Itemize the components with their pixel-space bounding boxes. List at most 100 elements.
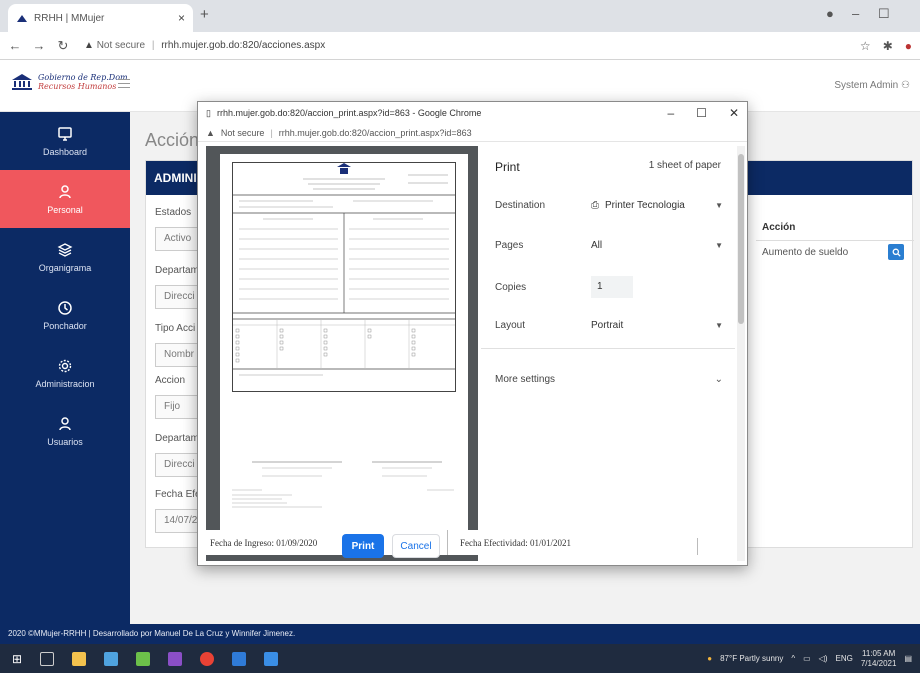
search-icon [892, 248, 901, 257]
popup-url: rrhh.mujer.gob.do:820/accion_print.aspx?… [278, 127, 472, 138]
weather-text[interactable]: 87°F Partly sunny [720, 654, 783, 663]
page-icon: ▯ [206, 107, 211, 118]
form-label: Tipo Acci [155, 323, 196, 334]
browser-tab[interactable]: RRHH | MMujer × [8, 4, 193, 32]
sidebar-item-label: Ponchador [43, 320, 87, 331]
user-icon: ⚇ [901, 80, 910, 91]
sidebar-item-label: Personal [47, 204, 83, 215]
minimize-icon[interactable]: – [852, 6, 859, 21]
app-icon[interactable] [232, 651, 247, 666]
minimize-icon[interactable]: – [667, 106, 674, 120]
close-icon[interactable]: × [178, 11, 185, 25]
avatar[interactable]: ● [905, 39, 912, 53]
taskbar: ⊞ ● 87°F Partly sunny ^ ▭ ◁) ENG 11:05 A… [0, 644, 920, 673]
language-indicator[interactable]: ENG [836, 654, 853, 663]
print-dialog: Fecha de Ingreso: 01/09/2020 Fecha Efect… [198, 142, 747, 565]
sidebar-item-usuarios[interactable]: Usuarios [0, 402, 130, 460]
cancel-button[interactable]: Cancel [392, 534, 440, 558]
gear-icon [58, 359, 72, 372]
warning-icon: ▲ [206, 127, 215, 138]
sidebar-item-ponchador[interactable]: Ponchador [0, 286, 130, 344]
copies-input[interactable]: 1 [591, 276, 633, 298]
chevron-up-icon[interactable]: ^ [791, 654, 795, 663]
layout-label: Layout [495, 320, 526, 331]
maximize-icon[interactable]: ☐ [878, 6, 890, 22]
profile-icon[interactable]: ● [826, 6, 834, 21]
chevron-down-icon: ▼ [715, 201, 723, 210]
taskview-icon[interactable] [40, 651, 55, 666]
more-settings-label: More settings [495, 374, 556, 385]
table-cell: Aumento de sueldo [762, 247, 849, 258]
layout-value: Portrait [591, 320, 624, 331]
forward-icon[interactable]: → [32, 38, 46, 53]
popup-address-bar[interactable]: ▲ Not secure | rrhh.mujer.gob.do:820/acc… [198, 124, 747, 142]
windows-icon[interactable]: ⊞ [12, 652, 22, 666]
sidebar-item-label: Dashboard [42, 146, 88, 157]
star-icon[interactable]: ☆ [860, 39, 871, 53]
chevron-down-icon: ▼ [715, 241, 723, 250]
user-icon [59, 184, 71, 198]
sidebar-item-personal[interactable]: Personal [0, 170, 130, 228]
sidebar-item-label: Administracion [35, 378, 95, 389]
app-icon[interactable] [264, 651, 279, 666]
copies-label: Copies [495, 281, 527, 293]
warning-icon: ▲ [84, 40, 94, 51]
user-menu[interactable]: System Admin ⚇ [834, 80, 910, 91]
popup-title: rrhh.mujer.gob.do:820/accion_print.aspx?… [216, 108, 482, 118]
not-secure-label: Not secure [220, 127, 265, 138]
page-title: Acción [145, 130, 200, 150]
scrollbar-thumb[interactable] [738, 154, 744, 324]
sidebar-item-organigrama[interactable]: Organigrama [0, 228, 130, 286]
building-icon [10, 72, 34, 92]
destination-value: Printer Tecnologia [605, 200, 685, 211]
sidebar-item-dashboard[interactable]: Dashboard [0, 112, 130, 170]
app-icon[interactable] [104, 651, 119, 666]
network-icon[interactable]: ▭ [803, 654, 811, 663]
weather-icon: ● [707, 654, 713, 663]
menu-icon[interactable] [118, 79, 130, 91]
document-lines [233, 163, 455, 376]
destination-label: Destination [495, 200, 546, 211]
extensions-icon[interactable]: ✱ [883, 39, 893, 53]
more-settings-toggle[interactable]: More settings ⌄ [495, 374, 723, 385]
document-form [232, 162, 456, 392]
destination-select[interactable]: ⎙ Printer Tecnologia ▼ [591, 200, 723, 211]
divider [481, 348, 735, 349]
system-tray: ● 87°F Partly sunny ^ ▭ ◁) ENG 11:05 AM … [707, 644, 912, 673]
explorer-icon[interactable] [72, 651, 87, 666]
reload-icon[interactable]: ↻ [56, 38, 70, 54]
sidebar-item-administracion[interactable]: Administracion [0, 344, 130, 402]
scrollbar[interactable] [737, 146, 745, 561]
app-logo[interactable]: Gobierno de Rep.Dom. Recursos Humanos [10, 72, 130, 92]
notification-icon[interactable]: ▤ [904, 654, 912, 663]
back-icon[interactable]: ← [8, 38, 22, 53]
browser-tabbar: RRHH | MMujer × + ● – ☐ [0, 0, 920, 32]
form-label: Departam [155, 433, 199, 444]
app-icon[interactable] [136, 651, 151, 666]
chevron-down-icon: ▼ [715, 321, 723, 330]
pages-value: All [591, 240, 603, 251]
close-icon[interactable]: ✕ [729, 106, 739, 120]
popup-titlebar: ▯ rrhh.mujer.gob.do:820/accion_print.asp… [198, 102, 747, 124]
url-field[interactable]: ▲ Not secure | rrhh.mujer.gob.do:820/acc… [84, 40, 325, 51]
pages-select[interactable]: All ▼ [591, 240, 723, 251]
view-button[interactable] [888, 244, 904, 260]
footer: 2020 ©MMujer-RRHH | Desarrollado por Man… [0, 624, 920, 644]
print-settings: Print 1 sheet of paper Destination ⎙ Pri… [481, 146, 735, 538]
form-label: Accion [155, 375, 186, 386]
new-tab-icon[interactable]: + [200, 6, 209, 23]
form-label: Departam [155, 265, 199, 276]
url-separator: | [270, 127, 273, 138]
preview-sheet[interactable] [220, 154, 468, 534]
visual-studio-icon[interactable] [168, 651, 183, 666]
print-button[interactable]: Print [342, 534, 384, 558]
print-popup-window: ▯ rrhh.mujer.gob.do:820/accion_print.asp… [197, 101, 748, 566]
volume-icon[interactable]: ◁) [819, 654, 828, 663]
clock[interactable]: 11:05 AM 7/14/2021 [861, 649, 897, 669]
layout-select[interactable]: Portrait ▼ [591, 320, 723, 331]
chrome-icon[interactable] [200, 651, 215, 666]
form-label: Estados [155, 207, 192, 218]
clock-icon [58, 300, 72, 315]
maximize-icon[interactable]: ☐ [696, 106, 707, 120]
chevron-down-icon: ⌄ [714, 374, 723, 385]
